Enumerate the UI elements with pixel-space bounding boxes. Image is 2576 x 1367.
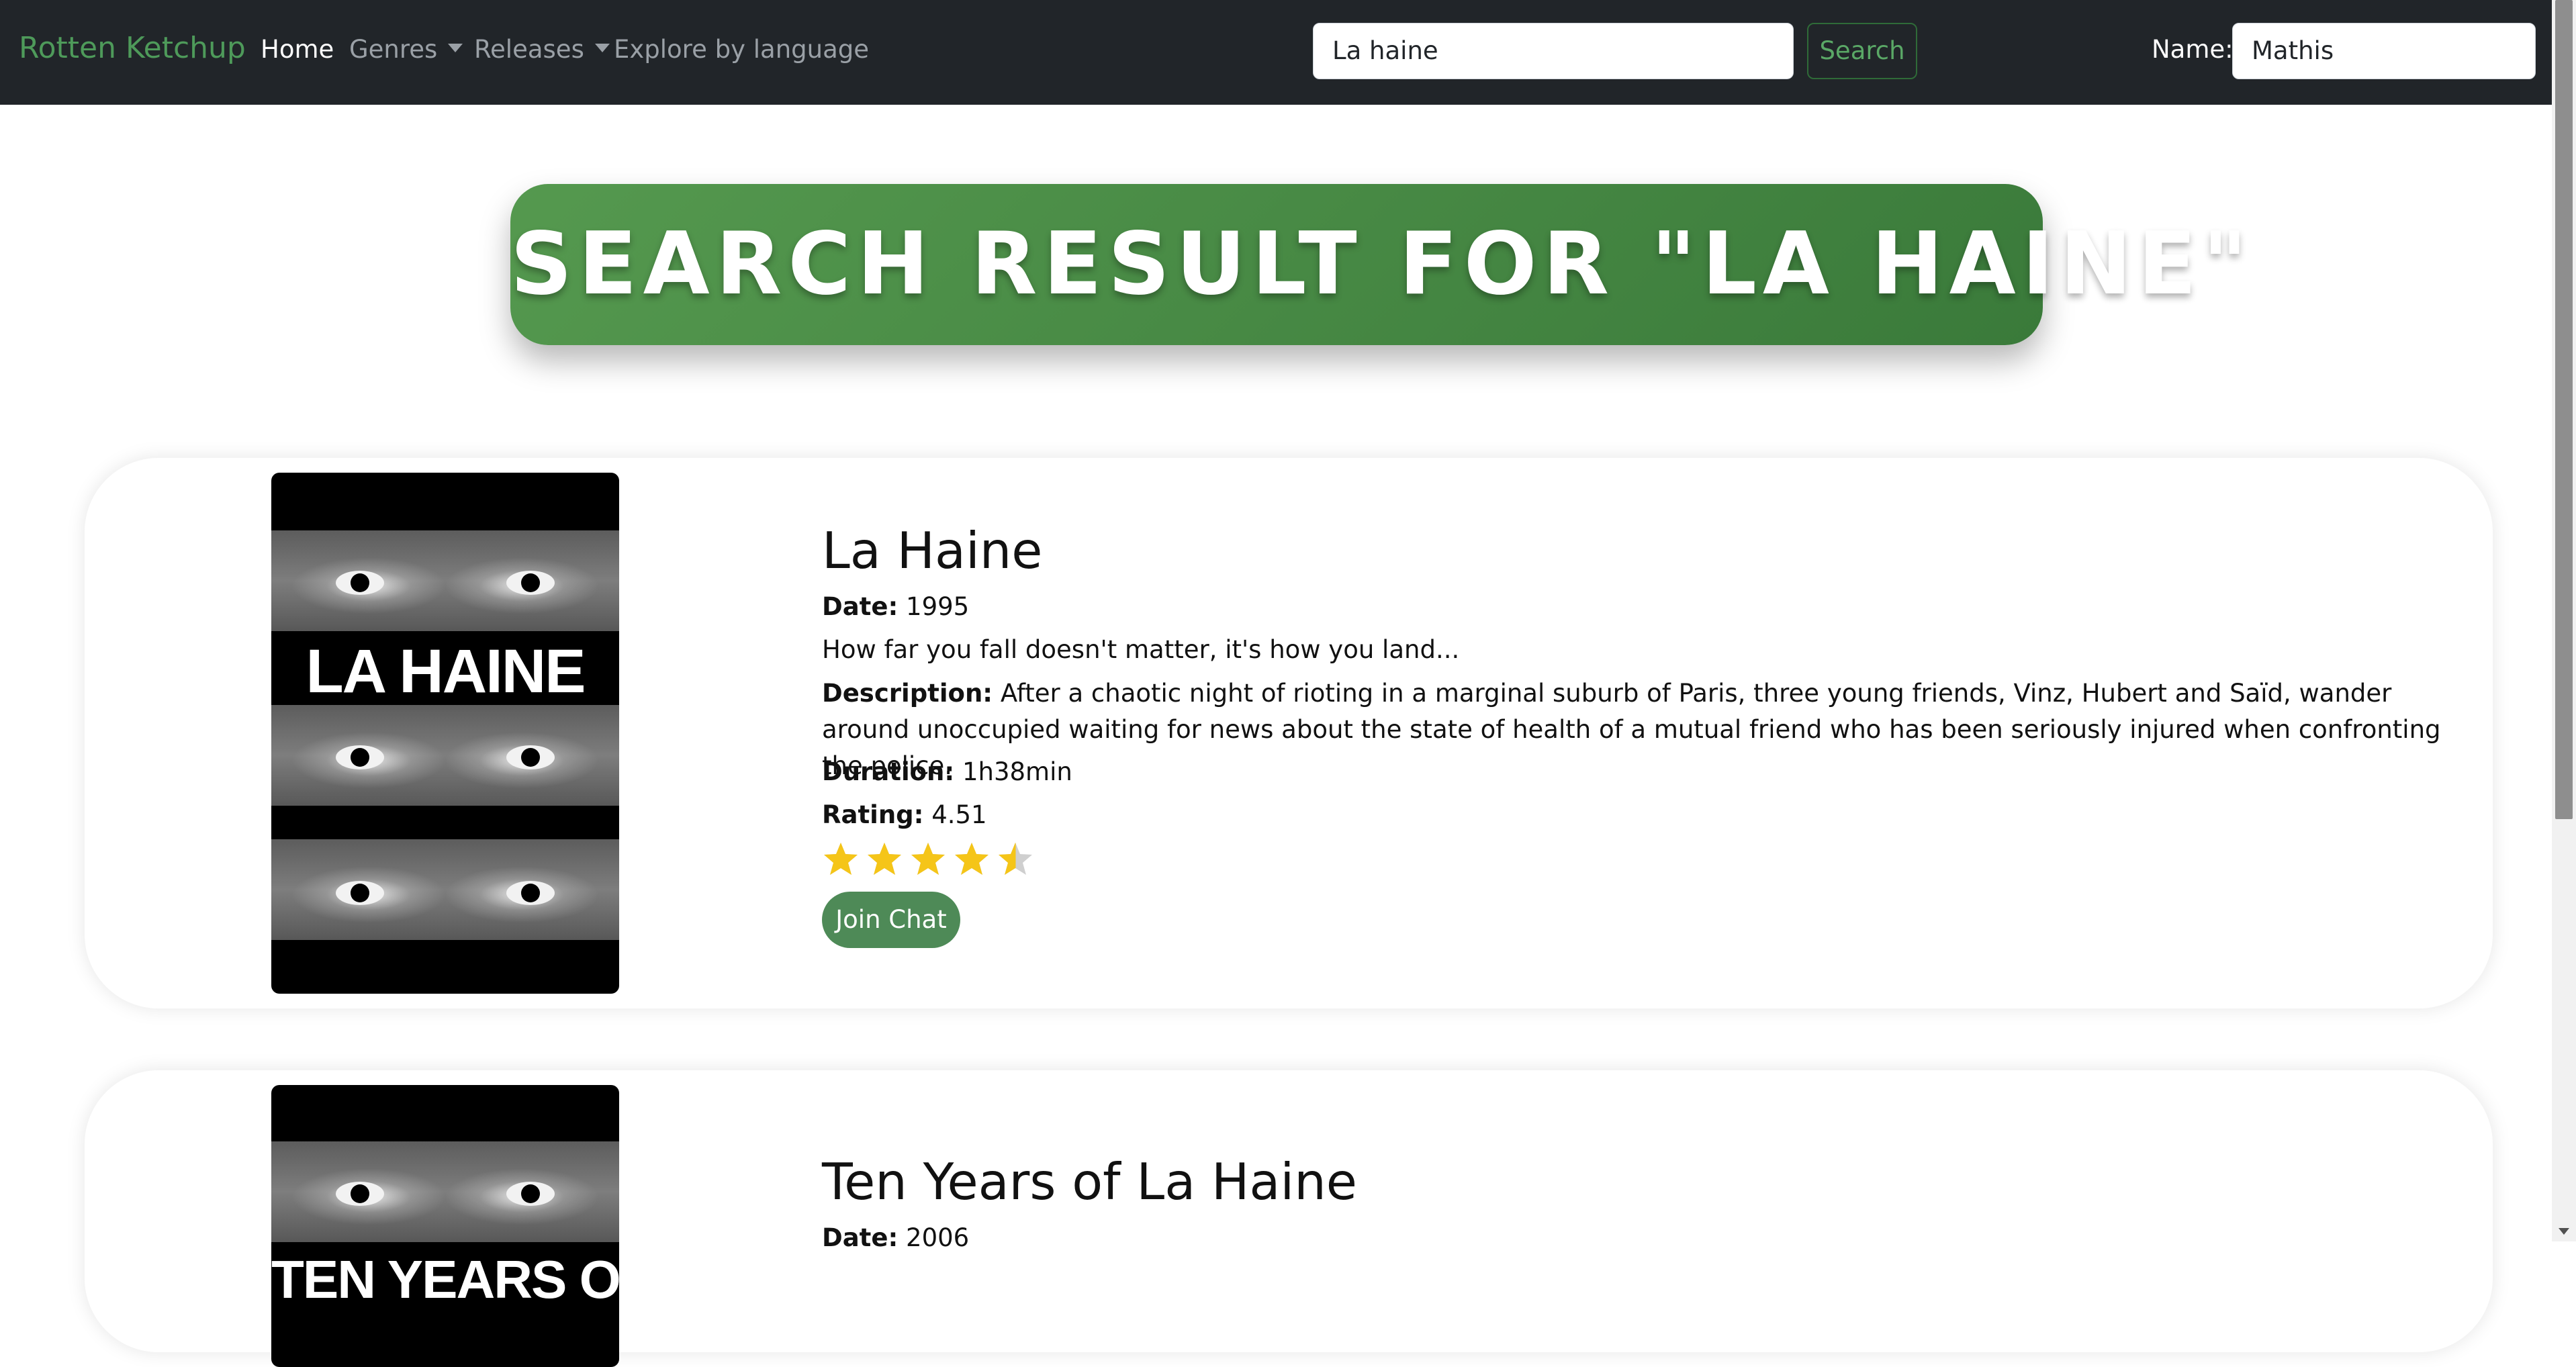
date-label: Date: (822, 592, 899, 621)
duration-value: 1h38min (962, 757, 1072, 786)
movie-title: Ten Years of La Haine (822, 1152, 1357, 1211)
star-icon (824, 843, 858, 875)
nav-genres-label: Genres (349, 35, 438, 64)
star-icon (911, 843, 945, 875)
poster-eyes-strip (271, 1141, 619, 1242)
nav-releases-label: Releases (474, 35, 584, 64)
brand-logo[interactable]: Rotten Ketchup (19, 31, 246, 65)
nav-home[interactable]: Home (261, 35, 334, 64)
name-label: Name: (2152, 35, 2234, 64)
rating-value: 4.51 (931, 800, 987, 829)
navbar: Rotten Ketchup Home Genres Releases Expl… (0, 0, 2552, 105)
poster-title-text: TEN YEARS OF (271, 1250, 619, 1309)
movie-card: TEN YEARS OF Ten Years of La Haine Date:… (85, 1070, 2493, 1367)
name-input[interactable]: Mathis (2232, 23, 2536, 79)
scroll-down-arrow-icon[interactable] (2559, 1228, 2569, 1235)
poster-eye (506, 881, 555, 905)
nav-releases-dropdown[interactable]: Releases (474, 35, 610, 64)
movie-date: Date: 1995 (822, 592, 969, 621)
date-value: 1995 (906, 592, 970, 621)
poster-eye (336, 881, 384, 905)
search-button[interactable]: Search (1807, 23, 1917, 79)
movie-poster[interactable]: LA HAINE (271, 473, 619, 994)
poster-eye (336, 745, 384, 769)
movie-title: La Haine (822, 521, 1043, 580)
poster-title-text: LA HAINE (306, 637, 586, 706)
movie-tagline: How far you fall doesn't matter, it's ho… (822, 635, 1460, 664)
movie-rating: Rating: 4.51 (822, 800, 987, 829)
poster-eye (336, 571, 384, 595)
search-input[interactable]: La haine (1313, 23, 1794, 79)
poster-eye (506, 1182, 555, 1206)
page-scrollbar[interactable] (2552, 0, 2576, 1241)
scrollbar-thumb[interactable] (2555, 0, 2573, 819)
nav-explore-language[interactable]: Explore by language (614, 35, 869, 64)
description-label: Description: (822, 679, 993, 708)
search-result-banner: SEARCH RESULT FOR "LA HAINE" (510, 184, 2248, 345)
chevron-down-icon (448, 44, 463, 52)
poster-eyes-strip (271, 530, 619, 631)
join-chat-button[interactable]: Join Chat (822, 892, 960, 948)
poster-eyes-strip (271, 839, 619, 940)
poster-eyes-strip (271, 705, 619, 806)
date-label: Date: (822, 1223, 899, 1252)
movie-card: LA HAINE La Haine Date: 1995 How far you… (85, 458, 2493, 1008)
movie-date: Date: 2006 (822, 1223, 969, 1252)
star-icon (999, 843, 1032, 875)
nav-genres-dropdown[interactable]: Genres (349, 35, 463, 64)
movie-poster[interactable]: TEN YEARS OF (271, 1085, 619, 1367)
poster-eye (336, 1182, 384, 1206)
star-icon (955, 843, 988, 875)
star-icon (868, 843, 901, 875)
rating-label: Rating: (822, 800, 924, 829)
poster-eye (506, 745, 555, 769)
chevron-down-icon (594, 44, 610, 52)
date-value: 2006 (906, 1223, 970, 1252)
duration-label: Duration: (822, 757, 955, 786)
poster-eye (506, 571, 555, 595)
movie-duration: Duration: 1h38min (822, 757, 1072, 786)
